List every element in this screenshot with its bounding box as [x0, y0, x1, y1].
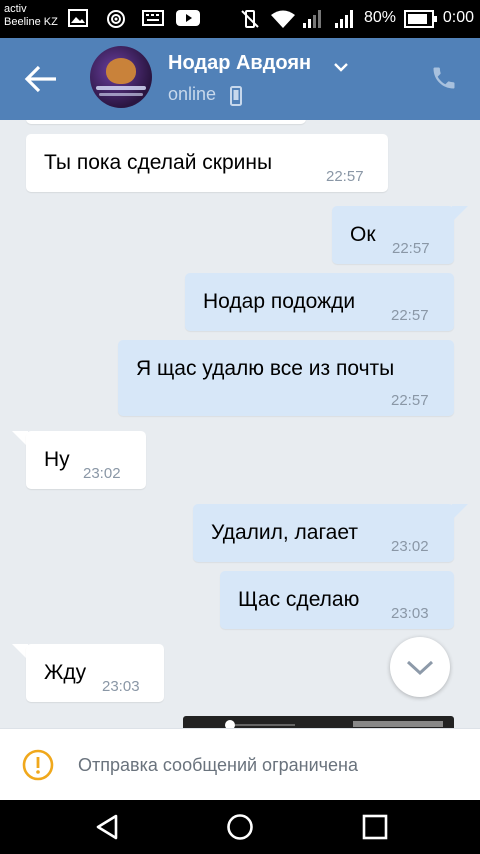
back-icon[interactable]	[92, 812, 122, 842]
keyboard-icon	[142, 10, 164, 26]
message-bubble-outgoing[interactable]: Щас сделаю 23:03	[220, 571, 454, 629]
message-time: 22:57	[391, 392, 429, 409]
thumbnail-detail	[235, 724, 295, 726]
mobile-phone-icon	[230, 86, 242, 106]
message-list[interactable]: Ты пока сделай скрины 22:57 Ок 22:57 Нод…	[0, 120, 480, 728]
message-text: Ок	[350, 223, 376, 246]
scroll-down-button[interactable]	[390, 637, 450, 697]
message-bubble-outgoing[interactable]: Я щас удалю все из почты 22:57	[118, 340, 454, 416]
restriction-text: Отправка сообщений ограничена	[78, 755, 358, 775]
carrier-label: activ Beeline KZ	[4, 3, 58, 29]
hotspot-icon	[107, 10, 125, 28]
message-bubble-incoming[interactable]: Ты пока сделай скрины 22:57	[26, 134, 388, 192]
avatar-image	[106, 58, 136, 84]
message-bubble-incoming[interactable]: Ну 23:02	[26, 431, 146, 489]
contact-status: online	[168, 84, 217, 104]
navigation-bar	[0, 800, 480, 854]
message-time: 22:57	[326, 168, 364, 185]
carrier-bottom: Beeline KZ	[4, 16, 58, 28]
vibrate-off-icon	[241, 10, 259, 28]
chevron-down-icon	[406, 660, 434, 676]
battery-icon	[404, 10, 437, 28]
bubble-tail	[452, 206, 468, 222]
message-time: 22:57	[392, 240, 430, 257]
thumbnail-detail	[225, 720, 235, 728]
message-text: Ну	[44, 448, 70, 471]
avatar[interactable]	[90, 46, 152, 108]
message-time: 23:02	[391, 538, 429, 555]
message-text: Удалил, лагает	[211, 521, 358, 544]
avatar-caption-line	[96, 86, 146, 90]
message-text: Щас сделаю	[238, 588, 360, 611]
message-time: 22:57	[391, 307, 429, 324]
message-bubble-partial[interactable]	[26, 120, 306, 124]
signal-icon-2	[335, 10, 353, 28]
message-text: Ты пока сделай скрины	[44, 151, 273, 174]
message-time: 23:03	[391, 605, 429, 622]
bubble-tail	[452, 504, 468, 520]
recents-icon[interactable]	[360, 812, 390, 842]
message-time: 23:03	[102, 678, 140, 695]
contact-name[interactable]: Нодар Авдоян	[168, 52, 311, 75]
youtube-icon	[176, 10, 200, 26]
message-bubble-incoming[interactable]: Жду 23:03	[26, 644, 164, 702]
warning-icon	[22, 749, 54, 781]
thumbnail-detail	[353, 721, 443, 727]
message-time: 23:02	[83, 465, 121, 482]
clock: 0:00	[442, 9, 474, 26]
battery-percent: 80%	[364, 9, 397, 26]
home-icon[interactable]	[225, 812, 255, 842]
chat-header: Нодар Авдоян online	[0, 38, 480, 120]
message-bubble-outgoing[interactable]: Нодар подожди 22:57	[185, 273, 454, 331]
messaging-restricted-banner: Отправка сообщений ограничена	[0, 728, 480, 801]
chevron-down-icon[interactable]	[333, 62, 349, 72]
message-text: Жду	[44, 661, 87, 684]
gallery-icon	[68, 9, 88, 27]
phone-call-icon[interactable]	[430, 64, 458, 92]
signal-icon-1	[303, 10, 321, 28]
status-bar: activ Beeline KZ 80% 0:00	[0, 0, 480, 38]
back-arrow-icon[interactable]	[22, 62, 62, 96]
message-text: Я щас удалю все из почты	[136, 357, 395, 380]
wifi-icon	[271, 10, 295, 28]
avatar-caption-line	[99, 93, 143, 96]
message-bubble-outgoing[interactable]: Ок 22:57	[332, 206, 454, 264]
carrier-top: activ	[4, 3, 27, 15]
message-text: Нодар подожди	[203, 290, 356, 313]
message-bubble-outgoing[interactable]: Удалил, лагает 23:02	[193, 504, 454, 562]
image-attachment-thumbnail[interactable]	[183, 716, 454, 728]
